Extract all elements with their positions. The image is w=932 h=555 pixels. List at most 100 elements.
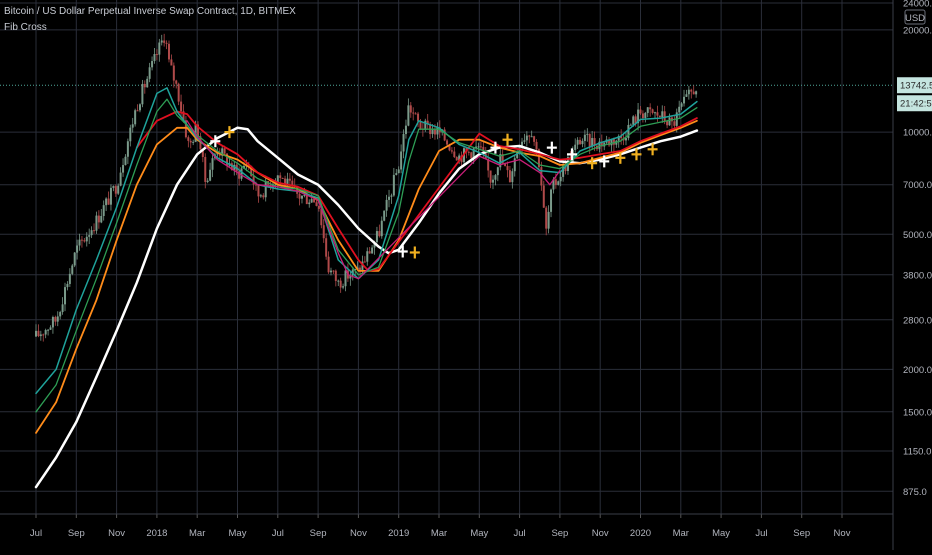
candle-body [97,215,100,223]
candle-body [683,96,686,104]
y-tick-label: 3800.0 [903,270,932,281]
candle-body [559,176,562,182]
candle-body [680,103,683,107]
candle-body [390,195,393,197]
candle-body [165,42,168,44]
x-tick-label: Nov [350,528,367,539]
candle-body [114,186,117,194]
candle-body [366,251,369,262]
ma-line-4 [35,87,698,395]
x-tick-label: Mar [189,528,205,539]
candle-body [49,327,52,330]
y-tick-label: 5000.0 [903,230,932,241]
candle-body [54,317,57,322]
candle-body [455,157,458,161]
candle-body [535,141,538,150]
candle-body [511,171,514,183]
candle-body [93,230,96,232]
candle-body [368,251,371,254]
candle-body [288,178,291,181]
x-tick-label: Jul [755,528,767,539]
candle-body [95,215,98,231]
candle-body [639,109,642,114]
candle-body [385,199,388,211]
candle-body [581,140,584,145]
candle-body [329,270,332,273]
chart-root[interactable]: 24000.0 20000.0 10000.0 7000.0 5000.0 3800.0 2… [0,0,932,550]
candle-body [325,238,328,257]
candle-body [300,195,303,199]
candle-body [90,230,93,236]
candle-body [380,220,383,237]
currency-badge-text: USD [905,13,925,24]
candle-body [167,43,170,60]
candle-body [375,231,378,243]
ma-line-6 [186,120,561,280]
candle-body [276,175,279,183]
candle-body [649,107,652,110]
candle-body [576,139,579,145]
countdown-text: 21:42:50 [900,99,932,110]
last-price-text: 13742.5 [900,81,932,92]
candle-body [153,54,156,62]
candle-body [102,205,105,216]
candle-body [685,94,688,97]
candle-body [554,179,557,185]
candle-body [407,105,410,126]
y-tick-label: 2000.0 [903,365,932,376]
candle-body [557,181,560,185]
candle-body [308,202,311,205]
cross-marker [546,141,557,154]
candle-body [663,111,666,122]
x-tick-label: Nov [592,528,609,539]
y-tick-label: 7000.0 [903,180,932,191]
candle-body [151,61,154,68]
candle-body [122,165,125,173]
candle-body [131,124,134,128]
price-chart[interactable]: 24000.0 20000.0 10000.0 7000.0 5000.0 3800.0 2… [0,0,932,550]
candle-body [44,330,47,335]
candle-body [187,137,190,141]
candle-body [160,40,163,43]
candle-body [433,129,436,135]
candle-body [542,185,545,208]
candle-body [533,136,536,142]
candle-body [42,334,45,336]
candle-body [170,59,173,66]
candle-body [83,240,86,242]
x-tick-label: Sep [551,528,568,539]
candle-body [134,110,137,125]
candle-body [257,184,260,197]
candle-body [641,113,644,119]
currency-badge[interactable]: USD [904,9,926,25]
candle-body [342,286,345,288]
candle-body [378,231,381,237]
candle-body [112,186,115,188]
candle-body [414,113,417,115]
candle-body [446,140,449,145]
candle-body [211,158,214,170]
indicator-label[interactable]: Fib Cross [4,22,47,33]
candle-body [489,170,492,183]
candle-body [209,169,212,181]
candle-body [109,187,112,205]
candle-body [66,283,69,288]
candle-body [310,199,313,203]
candle-body [467,151,470,153]
y-tick-label: 875.0 [903,487,927,498]
candle-body [436,127,439,135]
candle-body [206,180,209,182]
y-tick-label: 10000.0 [903,128,932,139]
candle-body [397,169,400,174]
x-tick-label: 2018 [146,528,167,539]
candle-body [624,138,627,141]
candle-body [496,167,499,176]
candle-body [264,181,267,198]
candle-body [262,195,265,198]
candle-body [119,172,122,186]
cross-marker [224,126,235,139]
candle-body [579,139,582,145]
candle-body [419,121,422,129]
candle-body [692,91,695,95]
candle-body [88,235,91,237]
